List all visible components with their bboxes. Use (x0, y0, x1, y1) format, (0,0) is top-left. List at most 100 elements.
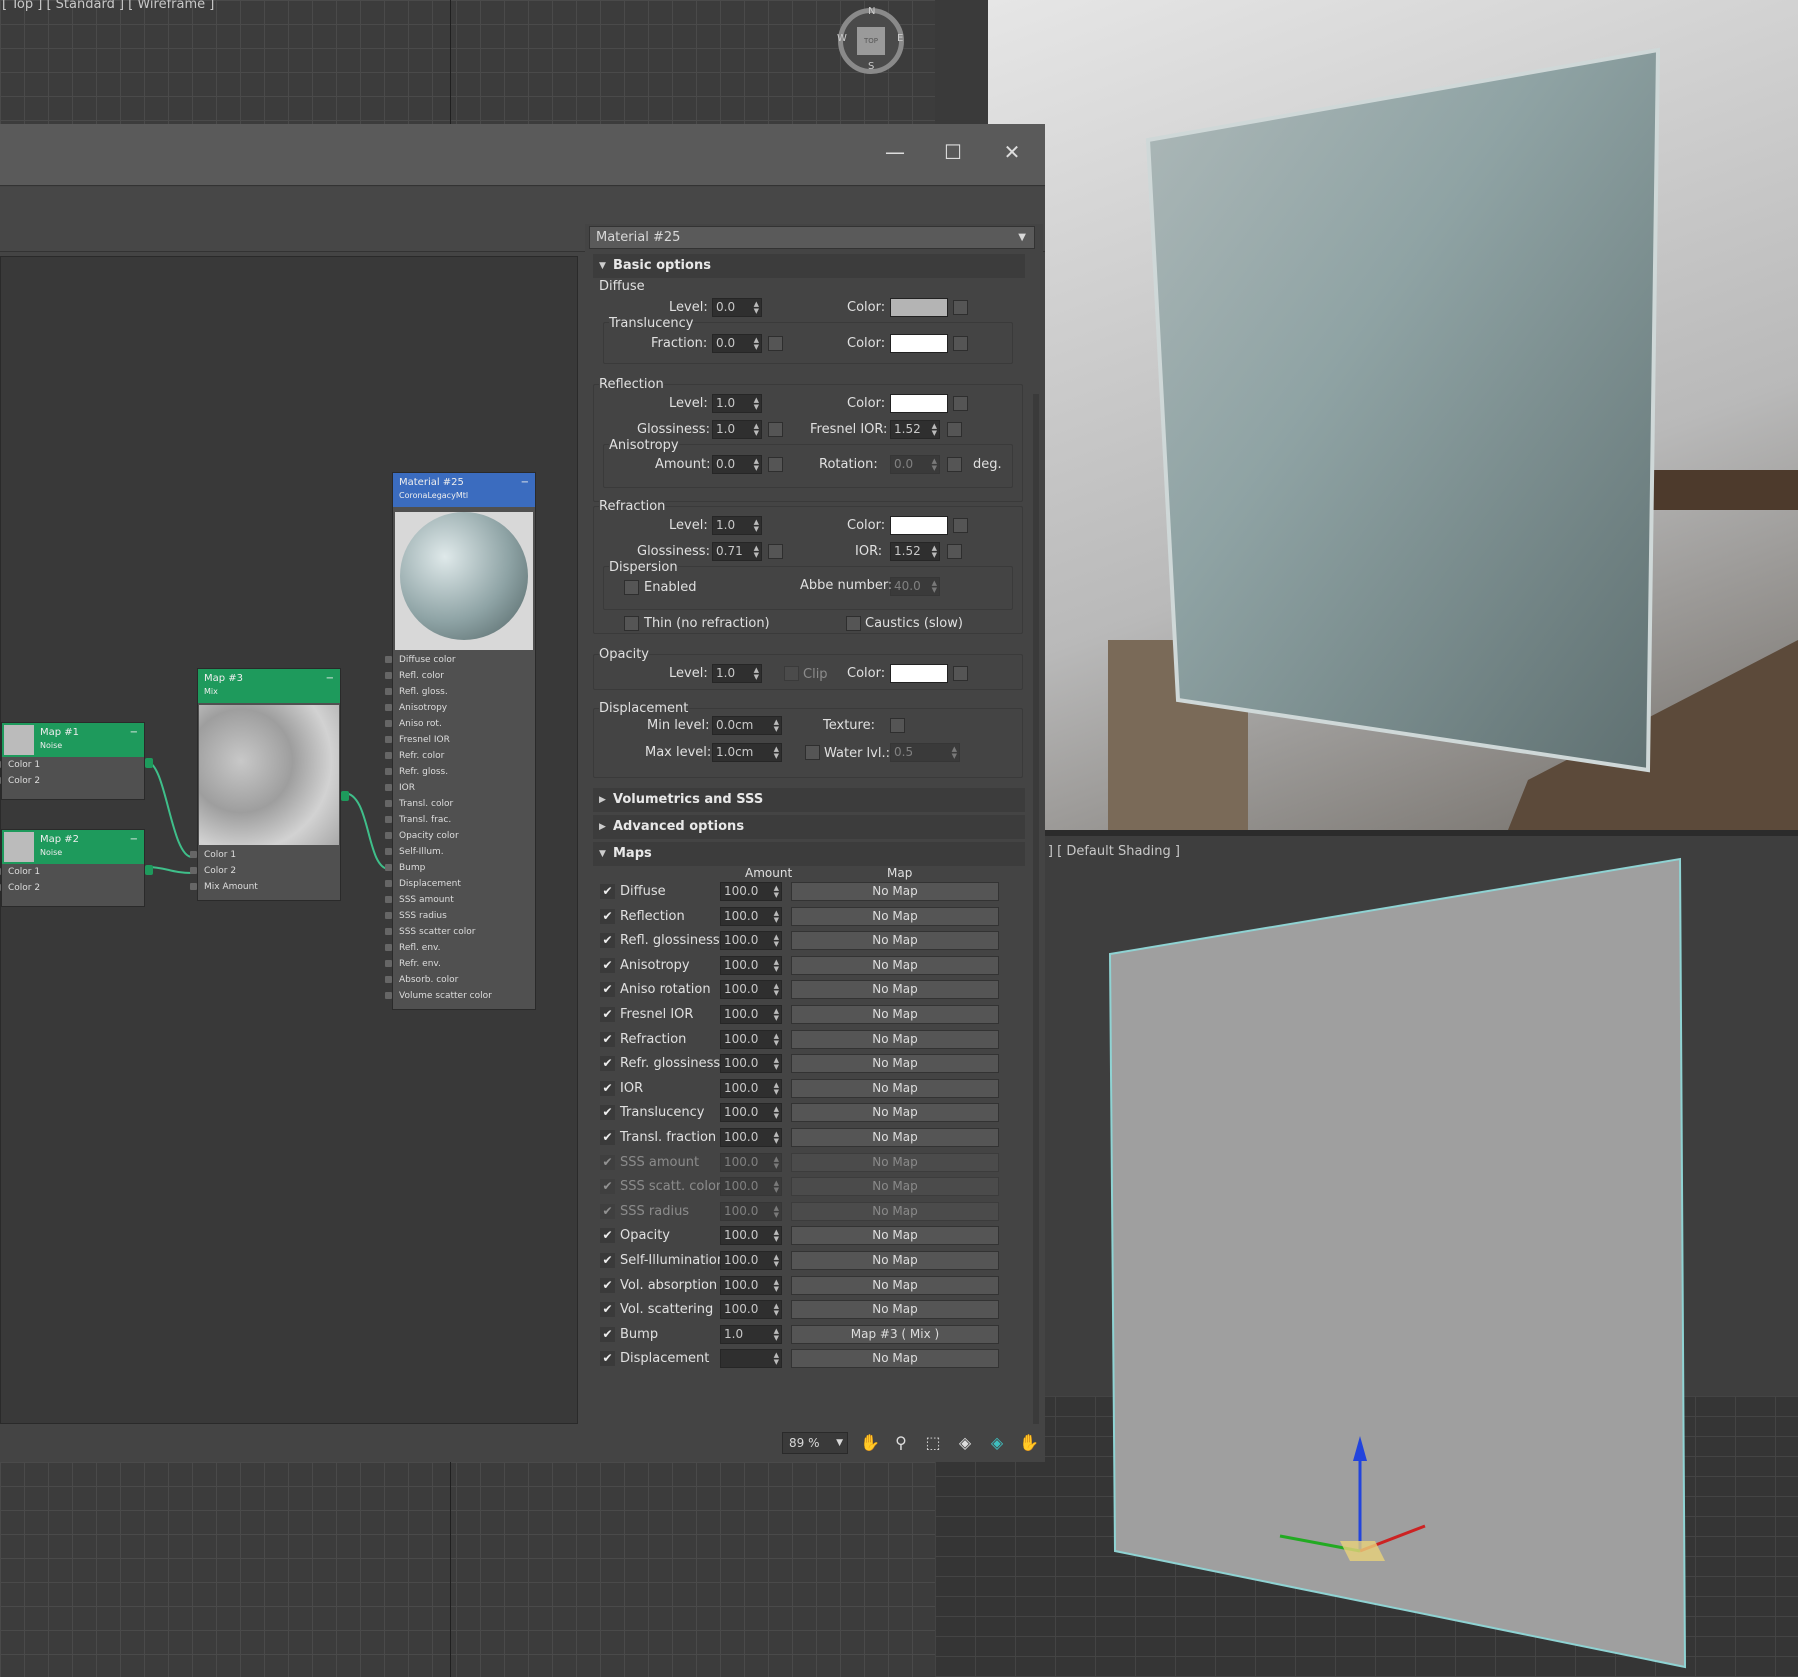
refraction-map-button[interactable] (953, 518, 968, 533)
opacity-map-button[interactable] (953, 666, 968, 681)
map-slot-button[interactable]: No Map (791, 1029, 999, 1049)
map-enable-checkbox[interactable]: ✔ (600, 957, 615, 973)
map-slot-button[interactable]: No Map (791, 1128, 999, 1147)
anisotropy-amount-input[interactable]: 0.0 ▲ ▼ (712, 455, 762, 474)
node-input-slot[interactable]: Transl. frac. (385, 812, 535, 828)
viewport-label[interactable]: [ Top ] [ Standard ] [ Wireframe ] (2, 0, 214, 12)
node-header[interactable]: Map #3 Mix − (198, 669, 340, 703)
reflection-color-swatch[interactable] (890, 394, 948, 413)
input-socket[interactable] (385, 768, 392, 775)
node-input-slot[interactable]: Color 2 (0, 773, 144, 789)
map-slot-button[interactable]: No Map (791, 1251, 999, 1270)
map-amount-input[interactable]: 100.0 ▲ ▼ (720, 1103, 782, 1123)
node-input-slot[interactable]: Refl. color (385, 668, 535, 684)
anisotropy-rotation-map[interactable] (947, 457, 962, 472)
translucency-color-swatch[interactable] (890, 334, 948, 353)
input-socket[interactable] (385, 912, 392, 919)
reflection-level-input[interactable]: 1.0 ▲ ▼ (712, 394, 762, 413)
map-enable-checkbox[interactable]: ✔ (600, 1105, 615, 1121)
input-socket[interactable] (385, 656, 392, 663)
render-viewport[interactable] (988, 0, 1798, 830)
map-amount-input[interactable]: 100.0 ▲ ▼ (720, 1177, 782, 1197)
opacity-color-swatch[interactable] (890, 664, 948, 683)
material-node[interactable]: Material #25 CoronaLegacyMtl − Diffuse c… (385, 472, 536, 1010)
input-socket[interactable] (190, 867, 197, 874)
output-socket[interactable] (145, 865, 153, 875)
map-amount-input[interactable]: 100.0 ▲ ▼ (720, 980, 782, 1000)
refraction-gloss-input[interactable]: 0.71 ▲ ▼ (712, 542, 762, 561)
dispersion-enabled-checkbox[interactable] (624, 580, 639, 595)
input-socket[interactable] (385, 816, 392, 823)
map-enable-checkbox[interactable]: ✔ (600, 1277, 615, 1293)
input-socket[interactable] (385, 992, 392, 999)
map-slot-button[interactable]: No Map (791, 1349, 999, 1369)
map-enable-checkbox[interactable]: ✔ (600, 1056, 615, 1072)
node-input-slot[interactable]: Aniso rot. (385, 716, 535, 732)
ior-map[interactable] (947, 544, 962, 559)
node-input-slot[interactable]: Color 2 (0, 880, 144, 896)
viewcube[interactable]: TOP N S E W (837, 6, 904, 74)
map-slot-button[interactable]: No Map (791, 1152, 999, 1172)
input-socket[interactable] (385, 832, 392, 839)
input-socket[interactable] (385, 784, 392, 791)
map-enable-checkbox[interactable]: ✔ (600, 884, 615, 899)
diffuse-map-button[interactable] (953, 300, 968, 315)
water-level-checkbox[interactable] (805, 745, 820, 760)
pan-to-selected-icon[interactable]: ✋ (1018, 1432, 1040, 1454)
thin-checkbox[interactable] (624, 616, 639, 631)
map-slot-button[interactable]: No Map (791, 1201, 999, 1221)
clip-checkbox[interactable] (784, 666, 799, 681)
map-amount-input[interactable]: 100.0 ▲ ▼ (720, 1054, 782, 1074)
node-header[interactable]: Map #1 Noise − (2, 723, 144, 757)
node-input-slot[interactable]: Displacement (385, 876, 535, 892)
input-socket[interactable] (385, 896, 392, 903)
fresnel-ior-input[interactable]: 1.52 ▲ ▼ (890, 420, 940, 439)
map-slot-button[interactable]: No Map (791, 1078, 999, 1098)
map-amount-input[interactable]: 100.0 ▲ ▼ (720, 1128, 782, 1147)
map2-node[interactable]: Map #2 Noise − Color 1 Color 2 (0, 829, 153, 907)
node-input-slot[interactable]: Refr. color (385, 748, 535, 764)
map-enable-checkbox[interactable]: ✔ (600, 1228, 615, 1244)
map-enable-checkbox[interactable]: ✔ (600, 1130, 615, 1145)
diffuse-level-input[interactable]: 0.0 ▲ ▼ (712, 298, 762, 317)
map-slot-button[interactable]: No Map (791, 1226, 999, 1246)
input-socket[interactable] (385, 800, 392, 807)
material-name-dropdown[interactable]: Material #25 ▼ (589, 226, 1035, 249)
map-enable-checkbox[interactable]: ✔ (600, 1080, 615, 1096)
node-input-slot[interactable]: Color 1 (0, 757, 144, 773)
output-socket[interactable] (145, 758, 153, 768)
node-input-slot[interactable]: Diffuse color (385, 652, 535, 668)
output-socket[interactable] (341, 791, 349, 801)
node-input-slot[interactable]: Absorb. color (385, 972, 535, 988)
map-amount-input[interactable]: 100.0 ▲ ▼ (720, 1152, 782, 1172)
map-slot-button[interactable]: No Map (791, 906, 999, 926)
reflection-gloss-map[interactable] (768, 422, 783, 437)
input-socket[interactable] (385, 752, 392, 759)
map-enable-checkbox[interactable]: ✔ (600, 1154, 615, 1170)
node-input-slot[interactable]: Anisotropy (385, 700, 535, 716)
node-input-slot[interactable]: Bump (385, 860, 535, 876)
collapse-icon[interactable]: − (130, 726, 138, 739)
zoom-icon[interactable]: ⚲ (890, 1432, 912, 1454)
input-socket[interactable] (0, 868, 1, 875)
translucency-map-button[interactable] (953, 336, 968, 351)
map-enable-checkbox[interactable]: ✔ (600, 1351, 615, 1367)
input-socket[interactable] (0, 777, 1, 784)
minimize-button[interactable]: — (875, 134, 915, 170)
map-amount-input[interactable]: 100.0 ▲ ▼ (720, 931, 782, 951)
map-amount-input[interactable]: 100.0 ▲ ▼ (720, 1300, 782, 1320)
node-input-slot[interactable]: IOR (385, 780, 535, 796)
node-input-slot[interactable]: Mix Amount (190, 879, 340, 895)
rollout-maps[interactable]: ▼ Maps (593, 842, 1025, 866)
diffuse-color-swatch[interactable] (890, 298, 948, 317)
input-socket[interactable] (385, 928, 392, 935)
input-socket[interactable] (190, 851, 197, 858)
rollout-advanced[interactable]: ▶ Advanced options (593, 815, 1025, 839)
refraction-level-input[interactable]: 1.0 ▲ ▼ (712, 516, 762, 535)
node-header[interactable]: Material #25 CoronaLegacyMtl − (393, 473, 535, 507)
node-input-slot[interactable]: Volume scatter color (385, 988, 535, 1004)
map-amount-input[interactable]: 100.0 ▲ ▼ (720, 1201, 782, 1221)
refraction-gloss-map[interactable] (768, 544, 783, 559)
reflection-gloss-input[interactable]: 1.0 ▲ ▼ (712, 420, 762, 439)
translucency-fraction-input[interactable]: 0.0 ▲ ▼ (712, 334, 762, 353)
